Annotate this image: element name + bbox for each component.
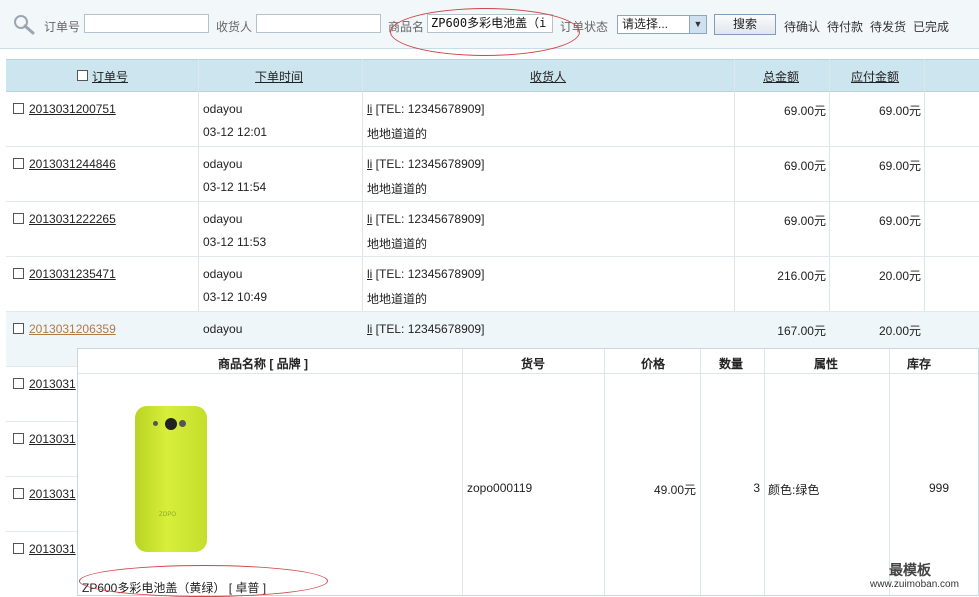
order-total: 216.00元: [777, 269, 826, 283]
order-user: odayou: [203, 157, 243, 171]
col-order-no[interactable]: 订单号: [92, 68, 128, 85]
order-payable: 69.00元: [878, 159, 921, 173]
popup-col-product: 商品名称 [ 品牌 ]: [218, 357, 308, 371]
table-row: 2013031235471 odayou 03-12 10:49 li [TEL…: [6, 257, 979, 312]
filter-completed[interactable]: 已完成: [913, 18, 949, 35]
consignee-address: 地地道道的: [367, 127, 428, 141]
col-consignee[interactable]: 收货人: [530, 68, 566, 85]
consignee-tel: [TEL: 12345678909]: [372, 212, 485, 226]
consignee-label: 收货人: [216, 20, 253, 34]
order-payable: 20.00元: [878, 269, 921, 283]
order-total: 69.00元: [783, 104, 826, 118]
order-no-link[interactable]: 2013031: [29, 432, 76, 446]
order-total: 69.00元: [783, 214, 826, 228]
popup-col-stock: 库存: [907, 357, 932, 371]
col-total[interactable]: 总金额: [763, 68, 799, 85]
product-sku: zopo000119: [467, 481, 533, 495]
order-time: 03-12 11:53: [203, 235, 267, 249]
popup-col-price: 价格: [641, 357, 666, 371]
row-checkbox[interactable]: [13, 158, 24, 169]
popup-divider: [764, 349, 765, 595]
search-icon: [12, 13, 36, 38]
brand-logo: ZOPO: [159, 512, 177, 518]
consignee-tel: [TEL: 12345678909]: [372, 267, 485, 281]
order-payable: 20.00元: [878, 324, 921, 338]
filter-pending-confirm[interactable]: 待确认: [784, 18, 820, 35]
row-checkbox[interactable]: [13, 543, 24, 554]
col-payable[interactable]: 应付金额: [851, 68, 899, 85]
order-status-select[interactable]: 请选择... ▼: [617, 15, 707, 34]
order-total: 167.00元: [777, 324, 826, 338]
col-order-time[interactable]: 下单时间: [255, 68, 303, 85]
camera-icon: [179, 420, 186, 427]
popup-col-sku: 货号: [521, 357, 546, 371]
row-checkbox[interactable]: [13, 488, 24, 499]
watermark-title: 最模板: [889, 563, 931, 579]
row-checkbox[interactable]: [13, 378, 24, 389]
order-no-link[interactable]: 2013031235471: [29, 267, 116, 281]
order-time: 03-12 10:49: [203, 290, 268, 304]
order-user: odayou: [203, 267, 243, 281]
product-attribute: 颜色:绿色: [768, 483, 820, 497]
chevron-down-icon[interactable]: ▼: [689, 16, 706, 33]
filter-pending-shipment[interactable]: 待发货: [870, 18, 906, 35]
popup-col-attr: 属性: [814, 357, 839, 371]
watermark-url: www.zuimoban.com: [870, 579, 959, 590]
popup-divider: [462, 349, 463, 595]
order-no-link[interactable]: 2013031222265: [29, 212, 116, 226]
consignee-address: 地地道道的: [367, 292, 428, 306]
camera-icon: [165, 418, 177, 430]
row-checkbox[interactable]: [13, 213, 24, 224]
order-no-link[interactable]: 2013031: [29, 487, 76, 501]
filter-pending-payment[interactable]: 待付款: [827, 18, 863, 35]
row-checkbox[interactable]: [13, 103, 24, 114]
row-checkbox[interactable]: [13, 268, 24, 279]
product-name-input[interactable]: ZP600多彩电池盖（i: [427, 14, 553, 33]
order-no-link[interactable]: 2013031200751: [29, 102, 116, 116]
order-no-link[interactable]: 2013031: [29, 542, 76, 556]
order-user: odayou: [203, 322, 243, 336]
popup-divider: [889, 349, 890, 595]
product-name[interactable]: ZP600多彩电池盖（黄绿） [ 卓普 ]: [82, 579, 266, 596]
table-row: 2013031200751 odayou 03-12 12:01 li [TEL…: [6, 92, 979, 147]
order-no-link[interactable]: 2013031: [29, 377, 76, 391]
consignee-input[interactable]: [256, 14, 381, 33]
search-bar: 订单号 收货人 商品名 ZP600多彩电池盖（i 订单状态 请选择... ▼ 搜…: [0, 0, 979, 49]
select-all-checkbox[interactable]: [77, 70, 88, 81]
product-image[interactable]: ZOPO: [135, 406, 207, 552]
order-no-link[interactable]: 2013031244846: [29, 157, 116, 171]
product-price: 49.00元: [653, 483, 696, 497]
order-payable: 69.00元: [878, 104, 921, 118]
orders-table-header: 订单号 下单时间 收货人 总金额 应付金额: [6, 59, 979, 92]
popup-divider: [700, 349, 701, 595]
row-checkbox[interactable]: [13, 323, 24, 334]
order-user: odayou: [203, 212, 243, 226]
table-row: 2013031222265 odayou 03-12 11:53 li [TEL…: [6, 202, 979, 257]
order-status-label: 订单状态: [560, 20, 609, 34]
consignee-tel: [TEL: 12345678909]: [372, 157, 485, 171]
table-row: 2013031244846 odayou 03-12 11:54 li [TEL…: [6, 147, 979, 202]
product-stock: 999: [928, 481, 949, 495]
order-time: 03-12 11:54: [203, 180, 267, 194]
order-no-link[interactable]: 2013031206359: [29, 322, 116, 336]
order-total: 69.00元: [783, 159, 826, 173]
consignee-tel: [TEL: 12345678909]: [372, 322, 485, 336]
order-no-label: 订单号: [44, 20, 81, 34]
row-checkbox[interactable]: [13, 433, 24, 444]
search-button[interactable]: 搜索: [714, 14, 776, 35]
popup-divider: [604, 349, 605, 595]
order-payable: 69.00元: [878, 214, 921, 228]
product-quantity: 3: [753, 481, 760, 495]
product-name-label: 商品名: [388, 20, 425, 34]
consignee-address: 地地道道的: [367, 237, 428, 251]
consignee-tel: [TEL: 12345678909]: [372, 102, 485, 116]
order-status-selected: 请选择...: [622, 17, 669, 31]
popup-col-qty: 数量: [719, 357, 744, 371]
order-user: odayou: [203, 102, 243, 116]
flash-icon: [153, 421, 158, 426]
order-items-popup: 商品名称 [ 品牌 ] 货号 价格 数量 属性 库存 ZOPO ZP600多彩电…: [77, 348, 979, 596]
consignee-address: 地地道道的: [367, 182, 428, 196]
order-time: 03-12 12:01: [203, 125, 268, 139]
order-no-input[interactable]: [84, 14, 209, 33]
